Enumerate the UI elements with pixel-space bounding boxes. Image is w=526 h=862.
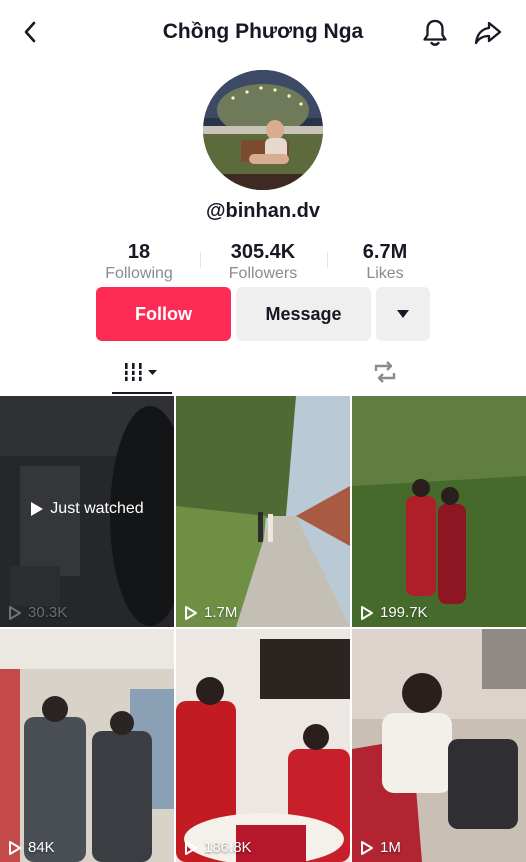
video-thumbnail <box>352 629 526 862</box>
view-count: 30.3K <box>8 604 67 621</box>
video-tile[interactable]: Just watched 30.3K <box>0 396 174 627</box>
avatar[interactable] <box>203 70 323 190</box>
video-thumbnail <box>176 629 350 862</box>
view-count-text: 30.3K <box>28 604 68 621</box>
tab-reposts[interactable] <box>360 350 410 394</box>
video-thumbnail <box>352 396 526 627</box>
followers-count: 305.4K <box>230 241 296 263</box>
play-icon <box>31 502 44 516</box>
stat-followers[interactable]: 305.4K Followers <box>203 240 323 284</box>
play-outline-icon <box>361 605 373 620</box>
following-count: 18 <box>127 241 151 263</box>
followers-label: Followers <box>228 265 298 282</box>
play-outline-icon <box>185 840 197 855</box>
likes-count: 6.7M <box>362 241 408 263</box>
chevron-left-icon <box>24 21 36 43</box>
share-button[interactable] <box>470 16 506 50</box>
follow-button[interactable]: Follow <box>96 287 231 341</box>
avatar-photo <box>203 70 323 190</box>
following-label: Following <box>105 265 173 282</box>
view-count-text: 1M <box>380 839 401 856</box>
more-options-button[interactable] <box>376 287 430 341</box>
video-tile[interactable]: 84K <box>0 629 174 862</box>
video-tile[interactable]: 1M <box>352 629 526 862</box>
likes-label: Likes <box>366 265 404 282</box>
view-count: 1.7M <box>184 604 237 621</box>
back-button[interactable] <box>14 16 46 48</box>
view-count-text: 84K <box>28 839 55 856</box>
play-outline-icon <box>9 605 21 620</box>
view-count: 1M <box>360 839 401 856</box>
stat-likes[interactable]: 6.7M Likes <box>325 240 445 284</box>
repost-icon <box>374 361 396 383</box>
video-thumbnail <box>176 396 350 627</box>
username: @binhan.dv <box>206 200 320 222</box>
video-tile[interactable]: 1.7M <box>176 396 350 627</box>
play-outline-icon <box>9 840 21 855</box>
view-count: 199.7K <box>360 604 428 621</box>
video-grid: Just watched 30.3K 1.7M 199.7K 84K 186.8… <box>0 396 526 862</box>
share-arrow-icon <box>474 21 502 45</box>
view-count-text: 186.8K <box>204 839 252 856</box>
video-thumbnail <box>0 629 174 862</box>
video-tile[interactable]: 186.8K <box>176 629 350 862</box>
stat-following[interactable]: 18 Following <box>79 240 199 284</box>
play-outline-icon <box>185 605 197 620</box>
tab-videos[interactable] <box>110 350 172 394</box>
profile-tabs <box>0 350 526 396</box>
just-watched-label: Just watched <box>50 500 144 517</box>
stat-divider <box>200 252 201 268</box>
active-tab-indicator <box>112 392 172 394</box>
bell-icon <box>423 19 447 46</box>
caret-down-icon <box>397 310 409 318</box>
view-count-text: 199.7K <box>380 604 428 621</box>
notification-button[interactable] <box>418 16 452 50</box>
video-grid-icon <box>124 363 157 381</box>
message-button[interactable]: Message <box>236 287 371 341</box>
view-count: 84K <box>8 839 55 856</box>
play-outline-icon <box>361 840 373 855</box>
view-count-text: 1.7M <box>204 604 238 621</box>
view-count: 186.8K <box>184 839 252 856</box>
just-watched-overlay: Just watched <box>0 500 174 518</box>
top-bar: Chồng Phương Nga <box>0 0 526 66</box>
video-tile[interactable]: 199.7K <box>352 396 526 627</box>
